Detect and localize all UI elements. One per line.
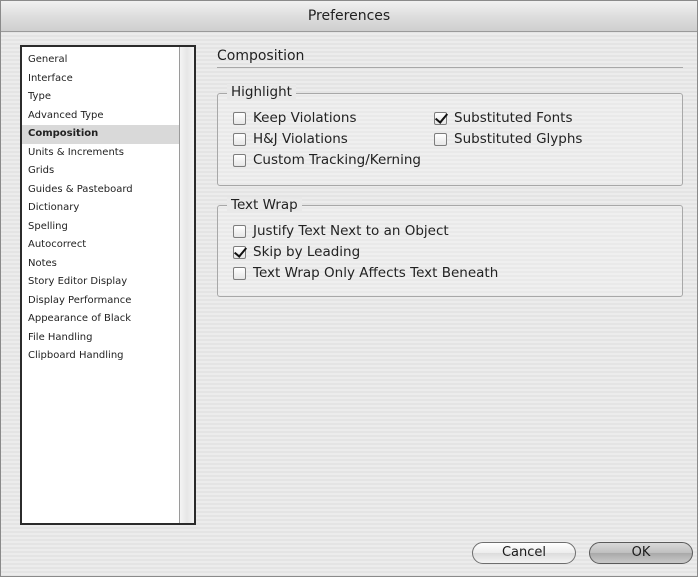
sidebar-item-notes[interactable]: Notes <box>22 255 180 274</box>
keep-violations-box[interactable] <box>233 111 246 125</box>
window-title: Preferences <box>1 1 697 32</box>
text-wrap-affects-beneath-box[interactable] <box>233 266 246 280</box>
section-title: Composition <box>217 48 305 64</box>
sidebar-item-appearance-of-black[interactable]: Appearance of Black <box>22 310 180 329</box>
sidebar-item-composition[interactable]: Composition <box>22 125 180 144</box>
hj-violations-box[interactable] <box>233 132 246 146</box>
substituted-glyphs-checkbox[interactable]: Substituted Glyphs <box>434 131 582 147</box>
substituted-fonts-label: Substituted Fonts <box>454 110 573 126</box>
keep-violations-checkbox[interactable]: Keep Violations <box>233 110 357 126</box>
sidebar-item-clipboard-handling[interactable]: Clipboard Handling <box>22 347 180 366</box>
highlight-group-label: Highlight <box>227 84 296 100</box>
justify-text-checkbox[interactable]: Justify Text Next to an Object <box>233 223 449 239</box>
category-list-scrollbar[interactable] <box>179 47 194 523</box>
sidebar-item-interface[interactable]: Interface <box>22 70 180 89</box>
sidebar-item-dictionary[interactable]: Dictionary <box>22 199 180 218</box>
text-wrap-affects-beneath-label: Text Wrap Only Affects Text Beneath <box>253 265 499 281</box>
substituted-glyphs-label: Substituted Glyphs <box>454 131 583 147</box>
sidebar-item-spelling[interactable]: Spelling <box>22 218 180 237</box>
substituted-fonts-checkbox[interactable]: Substituted Fonts <box>434 110 573 126</box>
substituted-glyphs-box[interactable] <box>434 132 447 146</box>
justify-text-label: Justify Text Next to an Object <box>253 223 449 239</box>
cancel-button[interactable]: Cancel <box>472 542 576 564</box>
custom-tracking-kerning-label: Custom Tracking/Kerning <box>253 152 421 168</box>
text-wrap-affects-beneath-checkbox[interactable]: Text Wrap Only Affects Text Beneath <box>233 265 498 281</box>
preferences-dialog: Preferences General Interface Type Advanced… <box>0 0 698 577</box>
hj-violations-checkbox[interactable]: H&J Violations <box>233 131 348 147</box>
sidebar-item-units-and-increments[interactable]: Units & Increments <box>22 144 180 163</box>
category-list-items: General Interface Type Advanced Type Composi… <box>22 47 180 523</box>
skip-by-leading-box[interactable] <box>233 245 246 259</box>
sidebar-item-file-handling[interactable]: File Handling <box>22 329 180 348</box>
keep-violations-label: Keep Violations <box>253 110 357 126</box>
sidebar-item-guides-and-pasteboard[interactable]: Guides & Pasteboard <box>22 181 180 200</box>
text-wrap-group-label: Text Wrap <box>227 197 302 213</box>
sidebar-item-advanced-type[interactable]: Advanced Type <box>22 107 180 126</box>
skip-by-leading-checkbox[interactable]: Skip by Leading <box>233 244 360 260</box>
sidebar-item-story-editor-display[interactable]: Story Editor Display <box>22 273 180 292</box>
sidebar-item-grids[interactable]: Grids <box>22 162 180 181</box>
custom-tracking-kerning-box[interactable] <box>233 153 246 167</box>
sidebar-item-general[interactable]: General <box>22 51 180 70</box>
hj-violations-label: H&J Violations <box>253 131 348 147</box>
substituted-fonts-box[interactable] <box>434 111 447 125</box>
ok-button[interactable]: OK <box>589 542 693 564</box>
sidebar-item-display-performance[interactable]: Display Performance <box>22 292 180 311</box>
sidebar-item-type[interactable]: Type <box>22 88 180 107</box>
category-list[interactable]: General Interface Type Advanced Type Composi… <box>20 45 196 525</box>
section-divider <box>217 67 683 68</box>
custom-tracking-kerning-checkbox[interactable]: Custom Tracking/Kerning <box>233 152 421 168</box>
justify-text-box[interactable] <box>233 224 246 238</box>
skip-by-leading-label: Skip by Leading <box>253 244 361 260</box>
sidebar-item-autocorrect[interactable]: Autocorrect <box>22 236 180 255</box>
